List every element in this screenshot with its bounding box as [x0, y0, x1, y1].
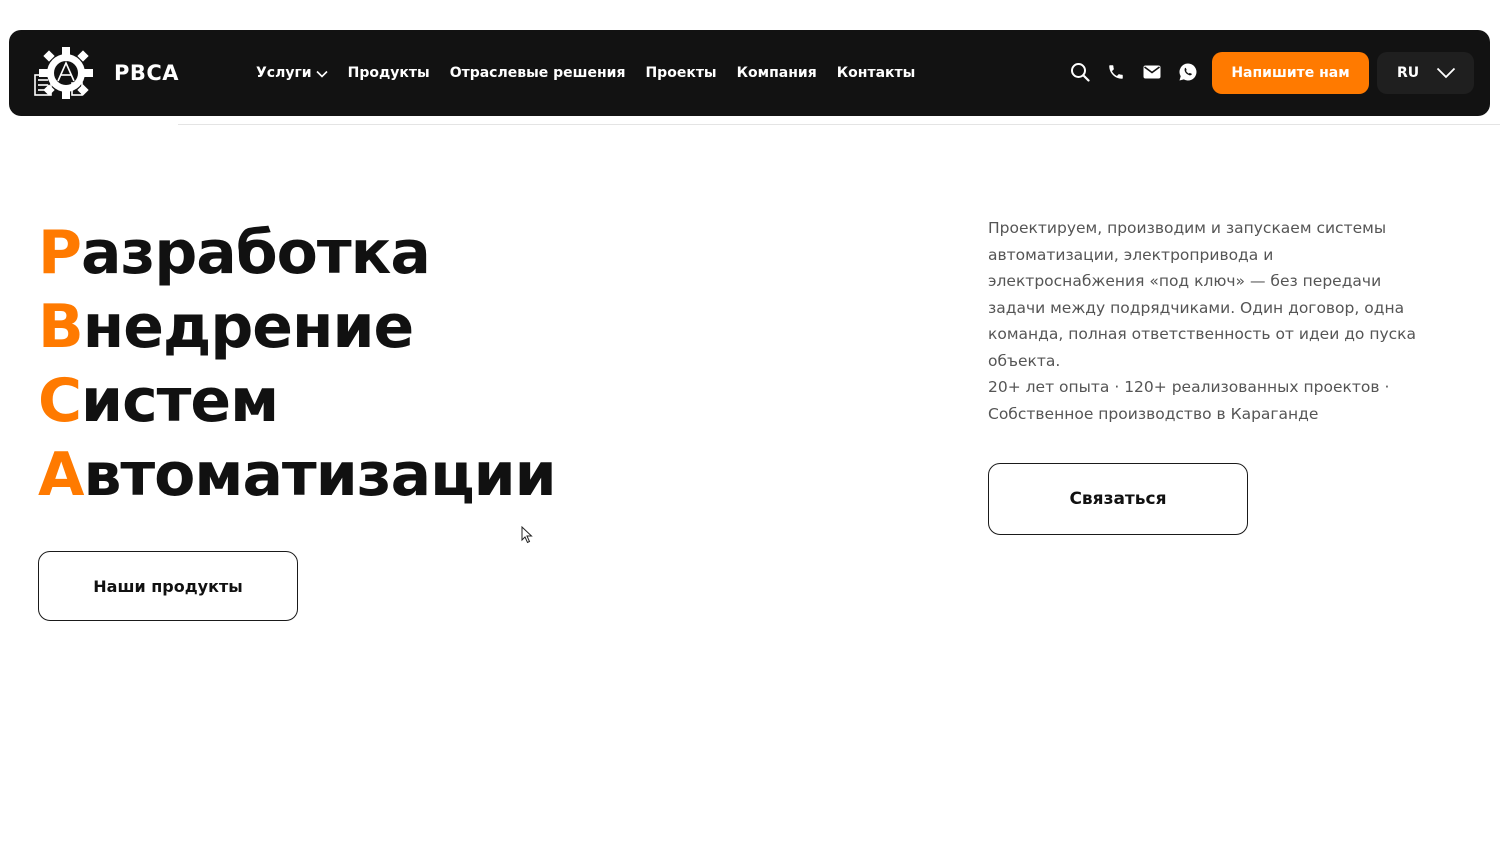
chevron-down-icon	[1437, 67, 1456, 79]
header-icons	[1070, 62, 1214, 82]
mouse-cursor-icon	[521, 526, 533, 544]
nav-item-label: Продукты	[347, 65, 430, 81]
hero-title-line: Автоматизации	[38, 438, 557, 512]
contact-button[interactable]: Связаться	[988, 463, 1248, 535]
accent-letter: А	[38, 440, 84, 510]
stats-text: 20+ лет опыта · 120+ реализованных проек…	[988, 378, 1390, 423]
whatsapp-icon[interactable]	[1178, 62, 1198, 82]
header-divider	[178, 124, 1500, 125]
nav-item-industry-solutions[interactable]: Отраслевые решения	[450, 65, 626, 81]
nav-item-label: Проекты	[645, 65, 717, 81]
hero-title-word: истем	[81, 366, 279, 436]
accent-letter: Р	[38, 218, 82, 288]
nav-item-company[interactable]: Компания	[737, 65, 817, 81]
language-label: RU	[1397, 65, 1420, 81]
nav-item-contacts[interactable]: Контакты	[837, 65, 916, 81]
phone-icon[interactable]	[1106, 62, 1126, 82]
hero-title-word: недрение	[82, 292, 414, 362]
main-nav: Услуги Продукты Отраслевые решения Проек…	[256, 30, 935, 116]
accent-letter: С	[38, 366, 82, 436]
nav-item-label: Компания	[736, 65, 817, 81]
write-us-button[interactable]: Напишите нам	[1212, 52, 1369, 94]
nav-item-label: Услуги	[256, 65, 312, 81]
hero-title-line: Внедрение	[38, 290, 556, 364]
hero-title-word: втоматизации	[83, 440, 556, 510]
site-header: РВСА Услуги Продукты Отраслевые решения …	[9, 30, 1490, 116]
description-text: Проектируем, производим и запускаем сист…	[988, 219, 1417, 370]
language-selector[interactable]: RU	[1377, 52, 1474, 94]
nav-item-products[interactable]: Продукты	[348, 65, 430, 81]
our-products-button[interactable]: Наши продукты	[38, 551, 298, 621]
chevron-down-icon	[316, 70, 328, 78]
accent-letter: В	[38, 292, 84, 362]
hero-title-word: азработка	[80, 218, 431, 288]
hero-description: Проектируем, производим и запускаем сист…	[988, 215, 1428, 427]
nav-item-services[interactable]: Услуги	[256, 65, 328, 81]
nav-item-label: Контакты	[836, 65, 916, 81]
nav-item-label: Отраслевые решения	[449, 65, 626, 81]
mail-icon[interactable]	[1142, 62, 1162, 82]
nav-item-projects[interactable]: Проекты	[645, 65, 716, 81]
logo[interactable]: РВСА	[32, 45, 179, 101]
gear-logo-icon	[34, 47, 93, 99]
search-icon[interactable]	[1070, 62, 1090, 82]
hero-title-line: Разработка	[38, 216, 556, 290]
hero-title-line: Систем	[38, 364, 556, 438]
hero-title: Разработка Внедрение Систем Автоматизаци…	[38, 216, 557, 512]
logo-text: РВСА	[114, 61, 180, 85]
